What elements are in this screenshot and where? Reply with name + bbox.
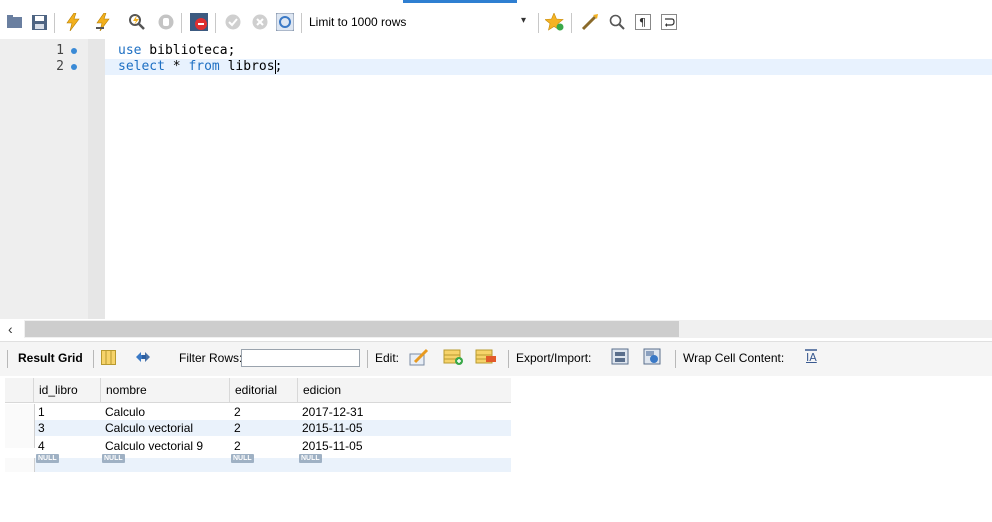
statement-marker-icon	[71, 48, 77, 54]
wrap-icon[interactable]	[659, 12, 679, 32]
table-cell[interactable]: 1	[35, 404, 45, 420]
table-cell[interactable]: 2015-11-05	[299, 420, 363, 436]
chevron-down-icon: ▾	[521, 15, 527, 26]
invisible-chars-icon[interactable]: ¶	[633, 12, 653, 32]
autocommit-icon[interactable]	[275, 12, 295, 32]
filter-rows-label: Filter Rows:	[179, 351, 243, 365]
scrollbar-thumb[interactable]	[25, 321, 679, 337]
null-badge[interactable]: NULL	[36, 454, 59, 463]
result-grid-header: id_libro nombre editorial edicion	[5, 378, 511, 403]
toggle-error-icon[interactable]	[189, 12, 209, 32]
folder-icon[interactable]	[5, 12, 25, 32]
filter-rows-input[interactable]	[241, 349, 360, 367]
toolbar-separator	[7, 350, 8, 368]
table-row[interactable]: 3 Calculo vectorial 2 2015-11-05	[5, 420, 511, 436]
code-text: ;	[274, 59, 283, 74]
bookmark-icon[interactable]	[545, 12, 565, 32]
limit-rows-label: Limit to 1000 rows	[309, 15, 407, 29]
new-row[interactable]: NULL NULL NULL NULL	[5, 454, 511, 472]
export-import-label: Export/Import:	[516, 351, 592, 365]
line-number-gutter	[0, 39, 88, 319]
toolbar-separator	[538, 13, 539, 33]
svg-text:IA: IA	[806, 351, 817, 363]
table-cell[interactable]: 2	[231, 420, 241, 436]
toolbar-separator	[181, 13, 182, 33]
table-cell[interactable]: 2	[231, 436, 241, 453]
table-cell[interactable]: Calculo vectorial 9	[102, 436, 203, 453]
column-header[interactable]: editorial	[230, 378, 298, 402]
code-text: *	[164, 59, 189, 74]
row-selector-header[interactable]	[5, 378, 34, 402]
column-header[interactable]: nombre	[101, 378, 230, 402]
toolbar-separator	[675, 350, 676, 368]
null-badge[interactable]: NULL	[102, 454, 125, 463]
table-row[interactable]: 1 Calculo 2 2017-12-31	[5, 404, 511, 420]
row-selector[interactable]	[5, 436, 35, 448]
null-badge[interactable]: NULL	[299, 454, 322, 463]
table-cell[interactable]: 2	[231, 404, 241, 420]
explain-icon[interactable]	[127, 12, 147, 32]
line-number: 2	[56, 59, 64, 74]
code-keyword: select	[118, 59, 165, 74]
svg-text:¶: ¶	[639, 16, 646, 29]
table-cell[interactable]: 2017-12-31	[299, 404, 363, 420]
toolbar-separator	[301, 13, 302, 33]
wrap-cell-content-label: Wrap Cell Content:	[683, 351, 785, 365]
grid-layout-icon[interactable]	[101, 350, 116, 368]
refresh-icon[interactable]	[134, 349, 152, 368]
gutter-line: 1	[0, 43, 88, 59]
commit-icon[interactable]	[223, 12, 243, 32]
code-keyword: from	[188, 59, 220, 74]
table-cell[interactable]: 3	[35, 420, 45, 436]
row-selector[interactable]	[5, 420, 35, 436]
result-toolbar: Result Grid Filter Rows: Edit: Export/Im…	[0, 341, 992, 376]
code-keyword: use	[118, 43, 142, 58]
toolbar-separator	[54, 13, 55, 33]
editor-horizontal-scrollbar[interactable]: ‹	[0, 320, 992, 338]
stop-icon[interactable]	[156, 12, 176, 32]
sql-editor-toolbar: Limit to 1000 rows ▾ ¶	[0, 3, 992, 39]
code-text: biblioteca;	[141, 43, 236, 58]
execute-current-icon[interactable]	[93, 12, 113, 32]
column-header[interactable]: edicion	[298, 378, 511, 402]
table-cell[interactable]: 2015-11-05	[299, 436, 363, 453]
beautify-icon[interactable]	[580, 12, 600, 32]
line-number: 1	[56, 43, 64, 58]
code-line-active[interactable]: select * from libros;	[105, 59, 992, 75]
gutter-line: 2	[0, 59, 88, 75]
table-cell[interactable]: Calculo vectorial	[102, 420, 193, 436]
wrap-cell-icon[interactable]: IA	[804, 349, 818, 366]
delete-row-icon[interactable]	[475, 348, 497, 369]
execute-icon[interactable]	[63, 12, 83, 32]
chevron-left-icon[interactable]: ‹	[8, 321, 13, 337]
edit-label: Edit:	[375, 351, 400, 365]
toolbar-separator	[508, 350, 509, 368]
import-icon[interactable]	[643, 348, 663, 369]
sql-editor[interactable]: 1 2 use biblioteca; select * from libros…	[0, 39, 992, 319]
rollback-icon[interactable]	[250, 12, 270, 32]
code-line[interactable]: use biblioteca;	[105, 43, 992, 59]
limit-rows-select[interactable]: Limit to 1000 rows ▾	[309, 12, 526, 32]
table-row[interactable]: 4 Calculo vectorial 9 2 2015-11-05	[5, 436, 511, 453]
table-cell[interactable]: Calculo	[102, 404, 145, 420]
export-icon[interactable]	[611, 348, 631, 369]
toolbar-separator	[367, 350, 368, 368]
table-cell[interactable]: 4	[35, 436, 45, 453]
result-grid-tab[interactable]: Result Grid	[18, 351, 83, 365]
row-selector[interactable]	[5, 458, 35, 472]
save-icon[interactable]	[29, 12, 49, 32]
row-selector[interactable]	[5, 404, 35, 420]
code-text: libros	[219, 59, 275, 74]
null-badge[interactable]: NULL	[231, 454, 254, 463]
add-row-icon[interactable]	[443, 348, 465, 369]
top-border	[0, 0, 992, 3]
edit-cell-icon[interactable]	[409, 348, 431, 369]
find-icon[interactable]	[607, 12, 627, 32]
statement-marker-icon	[71, 64, 77, 70]
toolbar-separator	[571, 13, 572, 33]
toolbar-separator	[215, 13, 216, 33]
column-header[interactable]: id_libro	[34, 378, 101, 402]
toolbar-separator	[93, 350, 94, 368]
gutter-margin	[88, 39, 105, 319]
